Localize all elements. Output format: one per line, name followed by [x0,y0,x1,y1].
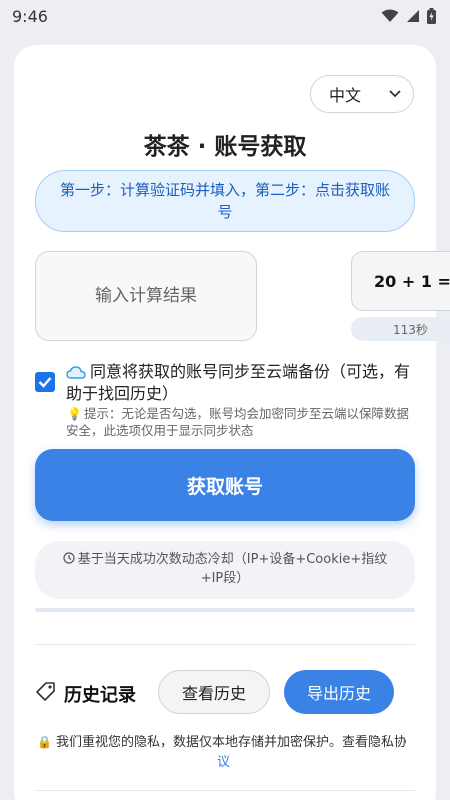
captcha-question-text: 20 + 1 = ? [374,271,450,291]
page-title: 茶茶 · 账号获取 [143,134,307,160]
language-select-value: 中文 [329,86,362,105]
captcha-timer-text: 113秒 [393,322,428,337]
cloud-sync-label[interactable]: 同意将获取的账号同步至云端备份（可选，有助于找回历史） [66,361,416,405]
battery-icon [427,8,436,24]
status-time: 9:46 [12,6,48,26]
clock-icon [63,552,75,564]
signal-icon [407,10,419,22]
get-account-button[interactable]: 获取账号 [35,449,415,521]
privacy-agreement-link[interactable]: 议 [217,751,230,770]
main-card: 中文 茶茶 · 账号获取 第一步：计算验证码并填入，第二步：点击获取账号 20 … [14,45,450,800]
card-bottom-divider [35,790,415,791]
step-instructions-text: 第一步：计算验证码并填入，第二步：点击获取账号 [59,181,390,221]
checkmark-icon [38,377,52,388]
cloud-sync-checkbox[interactable] [35,372,55,392]
status-bar: 9:46 [0,0,450,32]
view-history-button[interactable]: 查看历史 [158,670,270,714]
status-icons [381,8,436,24]
section-divider [35,644,415,645]
cloud-sync-hint: 提示：无论是否勾选，账号均会加密同步至云端以保障数据安全，此选项仅用于显示同步状… [66,406,410,438]
captcha-timer: 113秒 [351,317,450,341]
cooldown-progress-bar [35,608,415,612]
cooldown-note: 基于当天成功次数动态冷却（IP+设备+Cookie+指纹+IP段） [35,541,415,599]
chevron-down-icon [389,90,401,98]
step-instructions-banner: 第一步：计算验证码并填入，第二步：点击获取账号 [35,170,415,232]
captcha-question[interactable]: 20 + 1 = ? [351,251,450,311]
captcha-answer-input[interactable] [35,251,257,341]
lock-icon: 🔒 [37,735,52,749]
history-title: 历史记录 [64,685,136,706]
export-history-button[interactable]: 导出历史 [284,670,394,714]
tag-icon [36,682,55,701]
cooldown-note-text: 基于当天成功次数动态冷却（IP+设备+Cookie+指纹+IP段） [77,552,388,586]
privacy-notice: 我们重视您的隐私，数据仅本地存储并加密保护。查看隐私协议 [56,735,406,750]
language-select[interactable]: 中文 [310,75,414,113]
wifi-icon [381,9,399,22]
